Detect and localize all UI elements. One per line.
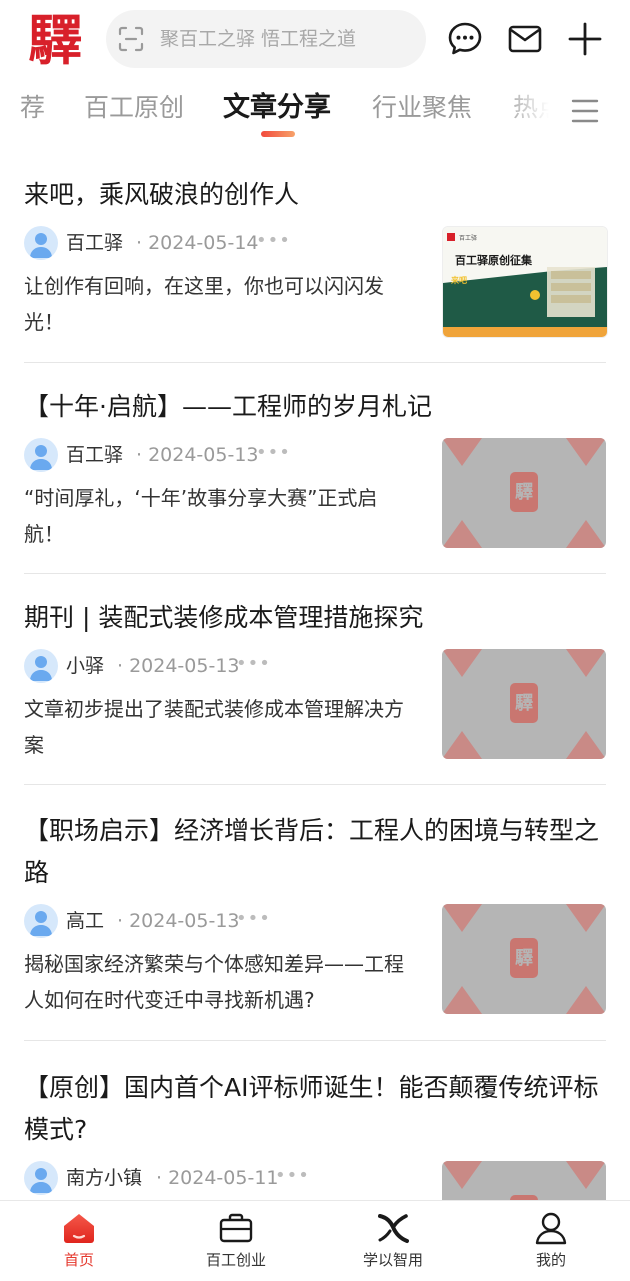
publish-date: · 2024-05-14 (136, 232, 259, 254)
tab-industry-focus[interactable]: 行业聚焦 (372, 90, 472, 126)
divider (24, 1040, 606, 1041)
mail-icon[interactable] (506, 20, 544, 58)
chat-icon[interactable] (446, 20, 484, 58)
tab-original[interactable]: 百工原创 (84, 90, 184, 126)
avatar[interactable] (24, 904, 58, 938)
article-meta: 高工 · 2024-05-13 ••• (24, 904, 434, 940)
author-name[interactable]: 高工 (66, 904, 104, 938)
avatar[interactable] (24, 649, 58, 683)
article-thumbnail-placeholder[interactable]: 驛 (442, 438, 606, 548)
nav-learn-label: 学以智用 (362, 1251, 423, 1269)
divider (24, 362, 606, 363)
article-meta: 百工驿 · 2024-05-14 ••• (24, 226, 434, 262)
bottom-nav: 首页 百工创业 学以智用 我的 (0, 1200, 630, 1281)
thumb-watermark: 驛 (515, 482, 533, 503)
author-name[interactable]: 南方小镇 (66, 1161, 142, 1195)
article-thumbnail[interactable]: 百工驿 百工驿原创征集 来吧 (442, 226, 608, 338)
article-summary: 文章初步提出了装配式装修成本管理解决方案 (24, 697, 404, 757)
nav-home-label: 首页 (63, 1251, 94, 1269)
more-icon[interactable]: ••• (236, 904, 271, 934)
publish-date: · 2024-05-13 (136, 444, 259, 466)
article-thumbnail-placeholder[interactable]: 驛 (442, 649, 606, 759)
article-title[interactable]: 【职场启示】经济增长背后：工程人的困境与转型之路 (24, 810, 606, 894)
article-meta: 南方小镇 · 2024-05-11 ••• (24, 1161, 434, 1197)
author-name[interactable]: 百工驿 (66, 226, 123, 260)
nav-profile-label: 我的 (535, 1251, 566, 1269)
article-summary: 让创作有回响，在这里，你也可以闪闪发光！ (24, 274, 384, 334)
article-item[interactable]: 期刊 | 装配式装修成本管理措施探究 小驿 · 2024-05-13 ••• 文… (24, 597, 606, 783)
nav-startup[interactable]: 百工创业 (173, 1201, 299, 1281)
search-placeholder: 聚百工之驿 悟工程之道 (160, 28, 357, 50)
more-icon[interactable]: ••• (236, 649, 271, 679)
tab-article-share[interactable]: 文章分享 (223, 90, 331, 126)
article-thumbnail-placeholder[interactable]: 驛 (442, 1161, 606, 1200)
tab-recommend[interactable]: 荐 (20, 90, 45, 126)
avatar[interactable] (24, 226, 58, 260)
publish-date: · 2024-05-13 (117, 910, 240, 932)
more-icon[interactable]: ••• (256, 226, 291, 256)
scan-icon[interactable] (118, 26, 144, 52)
divider (24, 573, 606, 574)
article-item[interactable]: 来吧，乘风破浪的创作人 百工驿 · 2024-05-14 ••• 让创作有回响，… (24, 174, 608, 362)
article-meta: 百工驿 · 2024-05-13 ••• (24, 438, 434, 474)
avatar[interactable] (24, 1161, 58, 1195)
publish-date: · 2024-05-13 (117, 655, 240, 677)
thumb-heading: 百工驿原创征集 (455, 253, 533, 267)
article-meta: 小驿 · 2024-05-13 ••• (24, 649, 434, 685)
avatar[interactable] (24, 438, 58, 472)
search-bar[interactable]: 聚百工之驿 悟工程之道 (106, 10, 426, 68)
top-bar: 驛 聚百工之驿 悟工程之道 (0, 0, 630, 80)
tab-fade (500, 82, 570, 140)
thumb-watermark: 驛 (515, 693, 533, 714)
article-title[interactable]: 【十年·启航】——工程师的岁月札记 (24, 386, 606, 428)
active-tab-indicator (261, 131, 295, 137)
article-title[interactable]: 期刊 | 装配式装修成本管理措施探究 (24, 597, 606, 639)
nav-profile[interactable]: 我的 (488, 1201, 614, 1281)
article-summary: “时间厚礼，‘十年’故事分享大赛”正式启航！ (24, 486, 378, 546)
article-item[interactable]: 【十年·启航】——工程师的岁月札记 百工驿 · 2024-05-13 ••• “… (24, 386, 606, 572)
article-title[interactable]: 来吧，乘风破浪的创作人 (24, 174, 606, 216)
app-logo[interactable]: 驛 (24, 8, 86, 72)
thumb-tag: 来吧 (450, 275, 467, 285)
publish-date: · 2024-05-11 (156, 1167, 279, 1189)
nav-home[interactable]: 首页 (16, 1201, 142, 1281)
plus-icon[interactable] (566, 20, 604, 58)
article-title[interactable]: 【原创】国内首个AI评标师诞生！能否颠覆传统评标模式? (24, 1067, 606, 1151)
nav-startup-label: 百工创业 (205, 1251, 266, 1269)
article-item[interactable]: 【原创】国内首个AI评标师诞生！能否颠覆传统评标模式? 南方小镇 · 2024-… (24, 1067, 606, 1200)
article-thumbnail-placeholder[interactable]: 驛 (442, 904, 606, 1014)
menu-icon[interactable] (571, 96, 599, 126)
author-name[interactable]: 小驿 (66, 649, 104, 683)
author-name[interactable]: 百工驿 (66, 438, 123, 472)
thumb-watermark: 驛 (515, 948, 533, 969)
more-icon[interactable]: ••• (256, 438, 291, 468)
more-icon[interactable]: ••• (275, 1161, 310, 1191)
x-logo-icon[interactable] (375, 1211, 411, 1245)
user-icon[interactable] (533, 1211, 569, 1245)
divider (24, 784, 606, 785)
home-icon[interactable] (61, 1211, 97, 1245)
thumb-brand: 百工驿 (459, 234, 477, 242)
article-summary: 揭秘国家经济繁荣与个体感知差异——工程人如何在时代变迁中寻找新机遇? (24, 952, 404, 1012)
briefcase-icon[interactable] (218, 1211, 254, 1245)
article-item[interactable]: 【职场启示】经济增长背后：工程人的困境与转型之路 高工 · 2024-05-13… (24, 810, 606, 1038)
nav-learn[interactable]: 学以智用 (330, 1201, 456, 1281)
